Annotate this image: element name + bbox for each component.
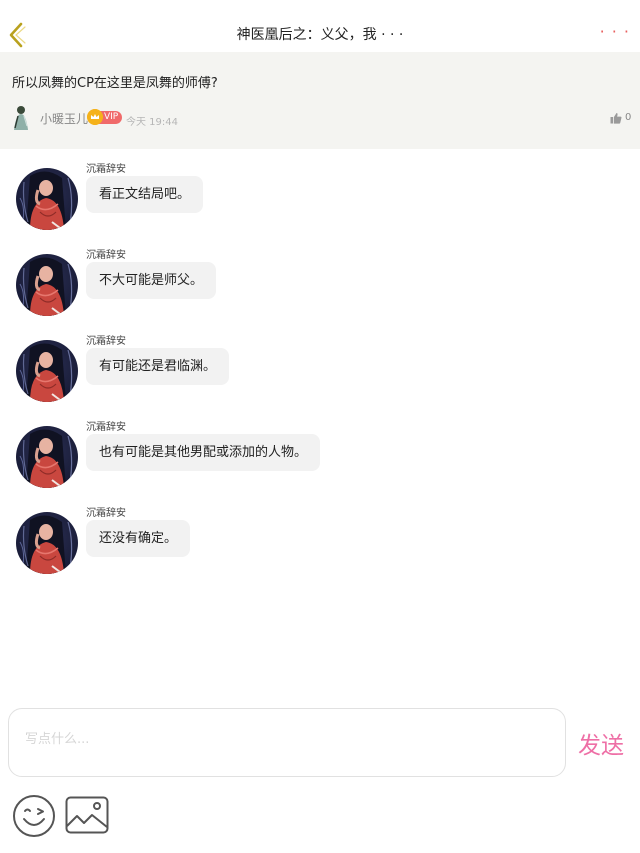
image-icon[interactable]: [65, 796, 109, 834]
sender-name: 沉霜辞安: [86, 164, 126, 175]
message-row: 沉霜辞安 也有可能是其他男配或添加的人物。: [0, 408, 640, 488]
message-row: 沉霜辞安 不大可能是师父。: [0, 236, 640, 316]
emoji-icon[interactable]: [12, 794, 56, 838]
message-bubble: 不大可能是师父。: [86, 262, 217, 299]
message-row: 沉霜辞安 有可能还是君临渊。: [0, 322, 640, 402]
sender-avatar[interactable]: [16, 168, 78, 230]
comment-input[interactable]: [23, 731, 547, 748]
message-row: 沉霜辞安 还没有确定。: [0, 494, 640, 574]
author-avatar[interactable]: [9, 104, 33, 130]
page-title: 神医凰后之：义父，我 · · ·: [236, 27, 404, 43]
message-bubble: 有可能还是君临渊。: [86, 348, 230, 385]
sender-avatar[interactable]: [16, 254, 78, 316]
post-time: 今天 19:44: [126, 117, 178, 128]
more-icon[interactable]: · · ·: [600, 24, 630, 40]
message-row: 沉霜辞安 看正文结局吧。: [0, 150, 640, 230]
message-bubble: 看正文结局吧。: [86, 176, 204, 213]
sender-avatar[interactable]: [16, 512, 78, 574]
post-text: 所以凤舞的CP在这里是凤舞的师傅?: [12, 76, 218, 91]
comment-input-box[interactable]: [8, 708, 566, 777]
original-post: 所以凤舞的CP在这里是凤舞的师傅?: [0, 52, 640, 149]
sender-name: 沉霜辞安: [86, 336, 126, 347]
message-bubble: 还没有确定。: [86, 520, 191, 557]
author-name[interactable]: 小暖玉儿: [40, 110, 88, 127]
sender-name: 沉霜辞安: [86, 422, 126, 433]
sender-avatar[interactable]: [16, 340, 78, 402]
sender-avatar[interactable]: [16, 426, 78, 488]
sender-name: 沉霜辞安: [86, 250, 126, 261]
top-bar: 神医凰后之：义父，我 · · · · · ·: [0, 0, 640, 52]
send-button[interactable]: 发送: [578, 726, 624, 760]
sender-name: 沉霜辞安: [86, 508, 126, 519]
crown-icon: [87, 109, 103, 125]
like-count: 0: [625, 112, 632, 123]
message-bubble: 也有可能是其他男配或添加的人物。: [86, 434, 321, 471]
chevron-left-icon[interactable]: [6, 20, 28, 50]
thumbs-up-icon[interactable]: [610, 112, 622, 124]
